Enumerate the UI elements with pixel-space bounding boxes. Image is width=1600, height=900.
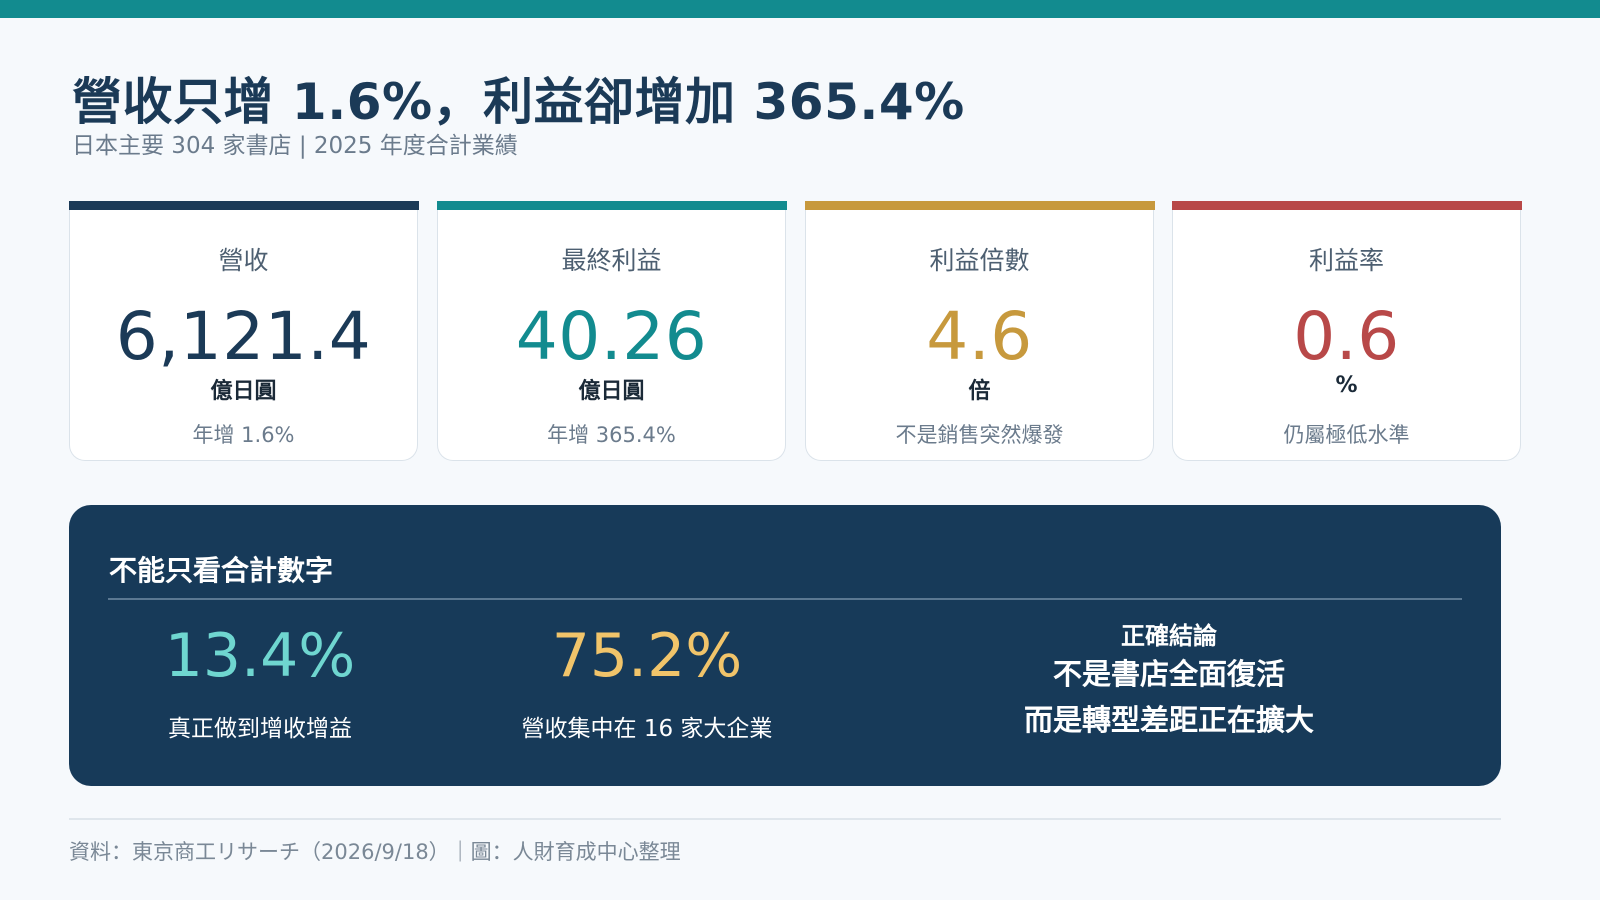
card-note: 仍屬極低水準 (1283, 423, 1410, 447)
card-note: 年增 365.4% (547, 423, 676, 447)
conclusion-line: 而是轉型差距正在擴大 (1023, 703, 1314, 737)
card-accent-bar (436, 201, 787, 210)
card-accent-bar (68, 201, 419, 210)
page-subtitle: 日本主要 304 家書店 | 2025 年度合計業績 (72, 133, 518, 159)
card-accent-bar (1171, 201, 1522, 210)
stat-label: 真正做到增收增益 (168, 716, 352, 742)
page-title: 營收只增 1.6%，利益卻增加 365.4% (72, 73, 965, 131)
card-unit: % (1335, 373, 1358, 398)
card-value: 6,121.4 (115, 298, 372, 375)
card-label: 利益倍數 (929, 246, 1030, 275)
metric-card-net-profit: 最終利益 40.26 億日圓 年增 365.4% (436, 201, 787, 461)
metric-card-profit-multiple: 利益倍數 4.6 倍 不是銷售突然爆發 (804, 201, 1155, 461)
card-value: 0.6 (1293, 298, 1400, 375)
conclusion-line: 不是書店全面復活 (1052, 657, 1285, 691)
card-unit: 倍 (968, 379, 991, 404)
card-label: 營收 (218, 246, 269, 275)
conclusion-title: 正確結論 (1121, 622, 1217, 650)
stat-value: 13.4% (164, 621, 356, 691)
card-label: 最終利益 (561, 246, 662, 275)
metric-card-profit-margin: 利益率 0.6 % 仍屬極低水準 (1171, 201, 1522, 461)
footer-divider (69, 818, 1501, 820)
stat-value: 75.2% (551, 621, 743, 691)
panel-divider (108, 598, 1462, 600)
stat-growth-share: 13.4% 真正做到增收增益 (80, 621, 440, 743)
conclusion-block: 正確結論 不是書店全面復活 而是轉型差距正在擴大 (929, 621, 1409, 743)
card-unit: 億日圓 (578, 379, 645, 404)
stat-revenue-concentration: 75.2% 營收集中在 16 家大企業 (467, 621, 827, 743)
panel-title: 不能只看合計數字 (109, 554, 334, 587)
card-note: 不是銷售突然爆發 (895, 423, 1064, 447)
metric-card-revenue: 營收 6,121.4 億日圓 年增 1.6% (68, 201, 419, 461)
card-note: 年增 1.6% (192, 423, 295, 447)
top-accent-bar (0, 0, 1600, 18)
card-value: 4.6 (926, 298, 1033, 375)
card-label: 利益率 (1308, 246, 1384, 275)
card-value: 40.26 (515, 298, 708, 375)
card-unit: 億日圓 (210, 379, 277, 404)
stat-label: 營收集中在 16 家大企業 (521, 716, 773, 742)
source-note: 資料：東京商工リサーチ（2026/9/18）｜圖：人財育成中心整理 (69, 840, 681, 864)
card-accent-bar (804, 201, 1155, 210)
summary-panel: 不能只看合計數字 13.4% 真正做到增收增益 75.2% 營收集中在 16 家… (69, 505, 1501, 786)
